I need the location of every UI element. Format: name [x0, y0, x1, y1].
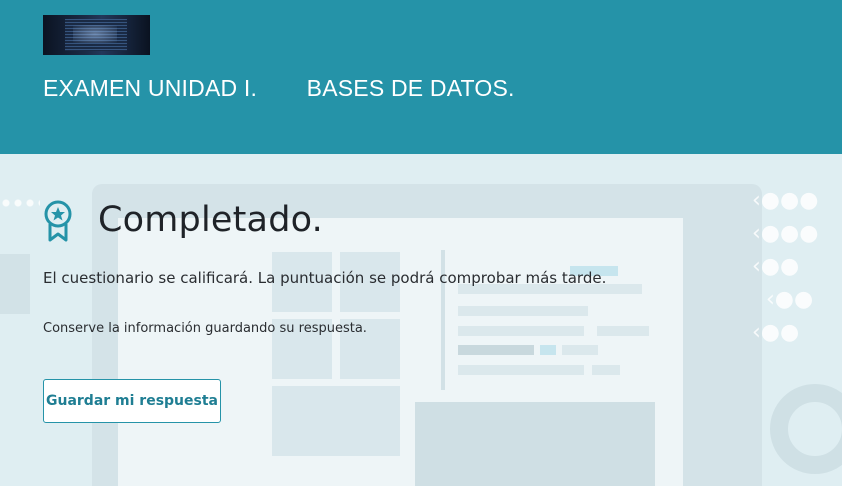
background-tile — [272, 386, 400, 456]
background-line — [458, 306, 588, 316]
background-line — [597, 326, 649, 336]
background-dots — [0, 198, 40, 208]
header-image — [43, 15, 150, 55]
award-ribbon-icon — [44, 200, 72, 242]
background-line — [592, 365, 620, 375]
background-code-block — [415, 402, 655, 486]
background-line — [458, 345, 534, 355]
quiz-title: EXAMEN UNIDAD I. BASES DE DATOS. — [43, 75, 515, 102]
completion-section: ‹●●● ‹●●● ‹●● ‹●● ‹●● Completado. El cue… — [0, 154, 842, 486]
save-note: Conserve la información guardando su res… — [43, 321, 367, 336]
background-line — [458, 365, 584, 375]
background-left-tile — [0, 254, 30, 314]
quiz-title-part2: BASES DE DATOS. — [306, 75, 515, 101]
header-banner: EXAMEN UNIDAD I. BASES DE DATOS. — [0, 0, 842, 154]
quiz-title-part1: EXAMEN UNIDAD I. — [43, 75, 258, 101]
background-line — [458, 326, 584, 336]
background-chevrons: ‹●●● ‹●●● ‹●● ‹●● ‹●● — [752, 188, 819, 345]
grading-message: El cuestionario se calificará. La puntua… — [43, 269, 607, 287]
background-line — [562, 345, 598, 355]
save-response-button[interactable]: Guardar mi respuesta — [43, 379, 221, 423]
completion-heading: Completado. — [98, 200, 323, 240]
background-gear — [770, 384, 842, 474]
screen-glow — [73, 25, 117, 43]
background-line — [540, 345, 556, 355]
